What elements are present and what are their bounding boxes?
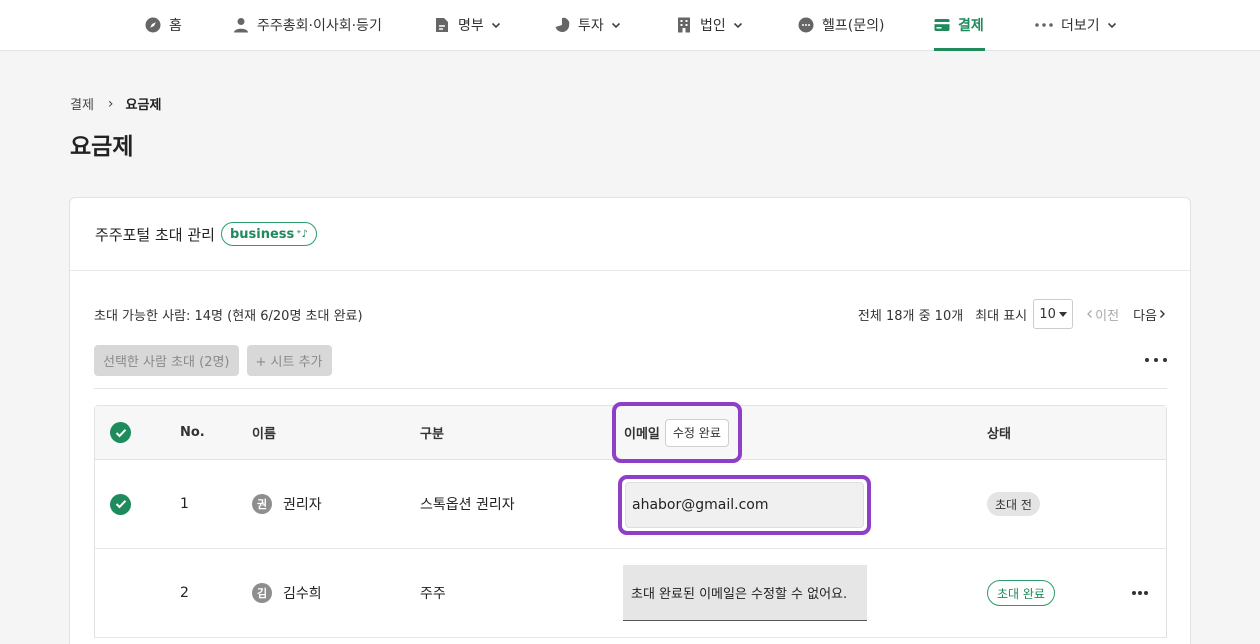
row-name: 권리자 — [283, 497, 322, 513]
card-title: 주주포털 초대 관리 — [95, 225, 215, 244]
status-badge: 초대 전 — [987, 492, 1040, 516]
divider — [94, 388, 1167, 389]
header-type: 구분 — [420, 427, 444, 442]
page-size-value: 10 — [1039, 306, 1056, 322]
business-badge: business ⁺♪ — [220, 222, 317, 246]
header-email: 이메일 — [624, 427, 660, 442]
nav-billing-label: 결제 — [958, 18, 984, 34]
row-more-icon[interactable] — [1132, 591, 1148, 595]
chevron-right-icon: › — [107, 95, 114, 112]
max-display-label: 최대 표시 — [975, 308, 1028, 324]
email-header-highlight: 이메일 수정 완료 — [612, 402, 742, 463]
next-page-label: 다음 — [1133, 308, 1157, 324]
chevron-left-icon — [1087, 310, 1093, 318]
nav-home-label: 홈 — [169, 18, 182, 34]
select-all-checkbox[interactable] — [110, 406, 131, 459]
card-header: 주주포털 초대 관리 business ⁺♪ — [70, 198, 1190, 271]
nav-help-label: 헬프(문의) — [822, 18, 885, 34]
avatar: 김 — [252, 583, 272, 603]
chevron-down-icon — [490, 19, 502, 31]
nav-more[interactable]: 더보기 — [1035, 0, 1118, 50]
header-name: 이름 — [252, 427, 276, 442]
row-name: 김수희 — [283, 586, 322, 602]
row-type: 스톡옵션 권리자 — [420, 497, 515, 513]
sparkle-icon: ⁺♪ — [296, 228, 308, 240]
nav-investment-label: 투자 — [578, 18, 604, 34]
email-input-highlight: ahabor@gmail.com — [618, 475, 871, 535]
add-sheet-button[interactable]: + 시트 추가 — [246, 345, 332, 376]
building-icon — [676, 17, 692, 33]
chevron-down-icon — [610, 19, 622, 31]
page-size-select[interactable]: 10 — [1033, 299, 1074, 329]
email-locked-field: 초대 완료된 이메일은 수정할 수 없어요. — [623, 565, 867, 621]
invite-selected-button[interactable]: 선택한 사람 초대 (2명) — [94, 345, 239, 376]
nav-corporation[interactable]: 법인 — [676, 0, 744, 50]
header-no: No. — [180, 425, 205, 440]
more-options-icon[interactable] — [1145, 352, 1167, 368]
row-type: 주주 — [420, 586, 446, 602]
person-icon — [233, 17, 249, 33]
check-circle-icon — [110, 422, 131, 443]
breadcrumb-current: 요금제 — [125, 98, 162, 113]
more-horizontal-icon — [1035, 17, 1053, 33]
table-row: 1 권 권리자 스톡옵션 권리자 ahabor@gmail.com 초대 전 — [95, 460, 1166, 549]
chat-bubble-icon — [798, 17, 814, 33]
invite-management-card: 주주포털 초대 관리 business ⁺♪ 초대 가능한 사람: 14명 (현… — [69, 197, 1191, 644]
compass-icon — [145, 17, 161, 33]
nav-billing[interactable]: 결제 — [934, 0, 985, 51]
header-status: 상태 — [987, 427, 1011, 442]
nav-home[interactable]: 홈 — [145, 0, 182, 50]
prev-page-label: 이전 — [1095, 308, 1120, 324]
row-name-cell: 김 김수희 — [252, 549, 322, 637]
status-badge: 초대 완료 — [987, 580, 1055, 606]
chevron-right-icon — [1160, 310, 1165, 318]
prev-page-button[interactable]: 이전 — [1085, 305, 1119, 324]
table-header: No. 이름 구분 이메일 수정 완료 상태 — [95, 402, 1166, 463]
caret-down-icon — [1058, 311, 1067, 317]
breadcrumb: 결제 › 요금제 — [70, 94, 162, 114]
row-no: 2 — [180, 585, 189, 601]
total-count: 전체 18개 중 10개 — [857, 308, 964, 324]
nav-investment[interactable]: 투자 — [554, 0, 622, 50]
pagination: 전체 18개 중 10개 최대 표시 10 이전 다음 — [858, 299, 1167, 329]
nav-meetings-label: 주주총회·이사회·등기 — [257, 18, 382, 34]
next-page-button[interactable]: 다음 — [1133, 305, 1167, 324]
invite-capacity-text: 초대 가능한 사람: 14명 (현재 6/20명 초대 완료) — [94, 308, 363, 324]
email-input[interactable]: ahabor@gmail.com — [625, 482, 864, 528]
breadcrumb-parent[interactable]: 결제 — [70, 94, 94, 113]
chevron-down-icon — [732, 19, 744, 31]
page-title: 요금제 — [70, 134, 134, 160]
pie-chart-icon — [554, 17, 570, 33]
action-row: 선택한 사람 초대 (2명) + 시트 추가 — [94, 345, 1167, 376]
row-status-cell: 초대 전 — [987, 460, 1040, 548]
check-circle-icon — [110, 493, 131, 515]
nav-registry-label: 명부 — [458, 18, 484, 34]
row-name-cell: 권 권리자 — [252, 460, 322, 548]
nav-corporation-label: 법인 — [700, 18, 726, 34]
row-checkbox[interactable] — [110, 460, 131, 548]
row-status-cell: 초대 완료 — [987, 549, 1055, 637]
table-row: 2 김 김수희 주주 초대 완료된 이메일은 수정할 수 없어요. 초대 완료 — [95, 549, 1166, 638]
chevron-down-icon — [1106, 19, 1118, 31]
top-nav: 홈 주주총회·이사회·등기 명부 투자 법인 헬프(문의) 결제 더보기 — [0, 0, 1260, 51]
row-no: 1 — [180, 496, 189, 512]
document-icon — [434, 17, 450, 33]
nav-meetings[interactable]: 주주총회·이사회·등기 — [233, 0, 382, 50]
business-badge-label: business — [229, 226, 295, 242]
edit-done-button[interactable]: 수정 완료 — [664, 418, 729, 447]
avatar: 권 — [252, 494, 272, 514]
invite-table: No. 이름 구분 이메일 수정 완료 상태 1 권 권리자 스톡옵션 권리자 — [94, 402, 1167, 638]
nav-more-label: 더보기 — [1061, 18, 1100, 34]
nav-registry[interactable]: 명부 — [434, 0, 502, 50]
info-row: 초대 가능한 사람: 14명 (현재 6/20명 초대 완료) 전체 18개 중… — [94, 299, 1167, 329]
credit-card-icon — [934, 17, 950, 33]
nav-help[interactable]: 헬프(문의) — [798, 0, 884, 50]
